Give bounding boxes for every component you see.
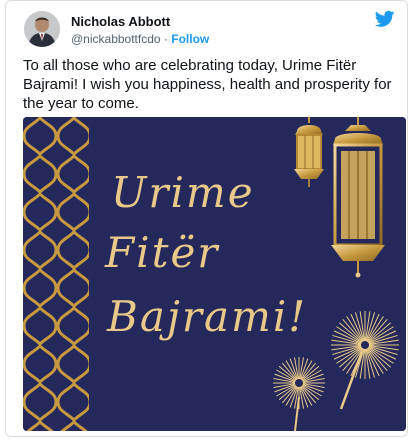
avatar-photo [24, 11, 60, 47]
author-handle-row: @nickabbottfcdo · Follow [71, 32, 209, 46]
tweet-card: Nicholas Abbott @nickabbottfcdo · Follow… [5, 0, 408, 437]
tweet-header: Nicholas Abbott @nickabbottfcdo · Follow [18, 10, 395, 50]
tweet-image[interactable]: Urime Fitër Bajrami! [23, 117, 406, 431]
greeting-line-1: Urime [111, 168, 255, 217]
author-name[interactable]: Nicholas Abbott [71, 14, 170, 29]
eid-greeting-card: Urime Fitër Bajrami! [23, 117, 406, 431]
lattice-border [23, 117, 89, 431]
greeting-line-3: Bajrami! [106, 292, 307, 341]
follow-button[interactable]: Follow [171, 32, 209, 46]
author-handle[interactable]: @nickabbottfcdo [71, 32, 161, 46]
greeting-line-2: Fitër [104, 228, 220, 277]
author-avatar[interactable] [24, 11, 60, 47]
twitter-bird-icon[interactable] [375, 10, 395, 28]
tweet-text: To all those who are celebrating today, … [23, 57, 392, 112]
separator-dot: · [163, 32, 168, 46]
